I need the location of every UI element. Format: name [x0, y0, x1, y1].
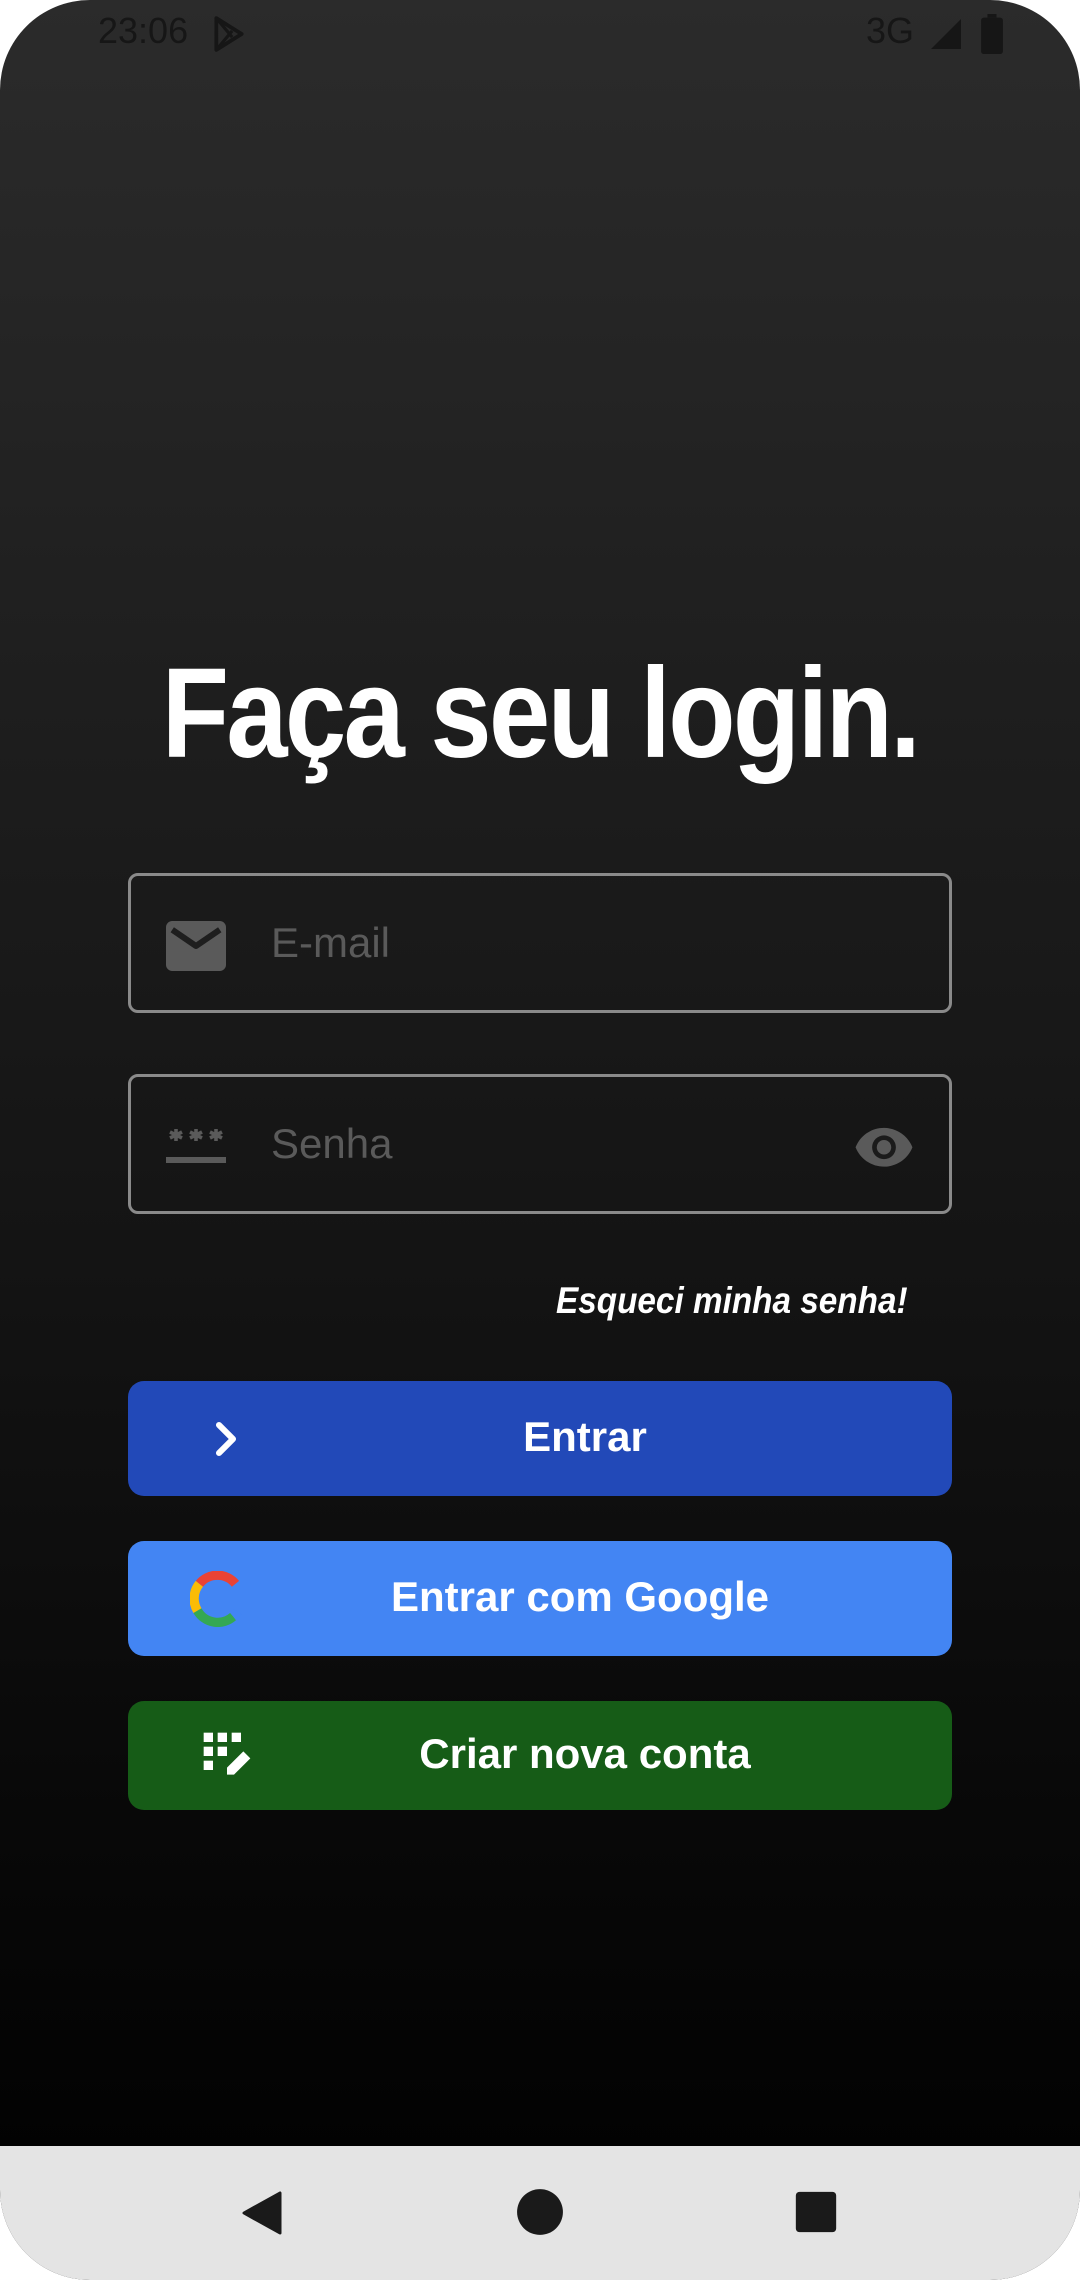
create-account-button[interactable]: Criar nova conta: [128, 1701, 952, 1810]
page-title: Faça seu login.: [161, 642, 921, 785]
login-screen: 23:06 3G Faça seu login. E-mail Esqueci …: [0, 0, 1080, 2280]
forgot-password-link[interactable]: Esqueci minha senha!: [556, 1280, 908, 1322]
battery-icon: [981, 14, 1003, 54]
google-sign-in-button[interactable]: Entrar com Google: [128, 1541, 952, 1656]
enter-button[interactable]: Entrar: [128, 1381, 952, 1496]
enter-button-label: Entrar: [523, 1413, 647, 1460]
play-store-icon: [214, 16, 244, 52]
password-icon: [166, 1129, 226, 1163]
google-button-label: Entrar com Google: [390, 1573, 770, 1620]
password-input[interactable]: [271, 1077, 831, 1211]
email-field[interactable]: [128, 873, 952, 1013]
email-icon: [166, 921, 226, 971]
signal-icon: [931, 19, 961, 49]
navigation-bar: [0, 2146, 1080, 2280]
recent-apps-icon[interactable]: [794, 2190, 838, 2234]
email-input[interactable]: [271, 876, 831, 1010]
network-type: 3G: [866, 10, 915, 51]
create-account-label: Criar nova conta: [419, 1730, 751, 1777]
eye-icon[interactable]: [853, 1115, 915, 1177]
password-field[interactable]: [128, 1074, 952, 1214]
home-icon[interactable]: [515, 2187, 565, 2237]
status-time: 23:06: [98, 10, 189, 51]
back-icon[interactable]: [238, 2188, 286, 2238]
status-bar: 23:06 3G: [0, 0, 1080, 70]
